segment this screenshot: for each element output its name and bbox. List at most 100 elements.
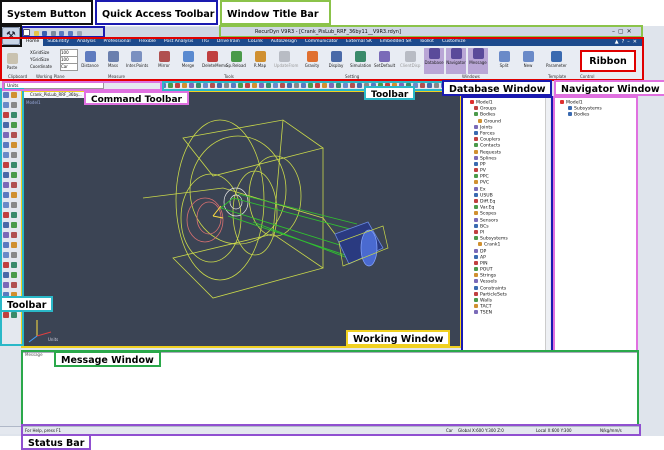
- view-tool-icon[interactable]: [161, 83, 166, 88]
- tab-autodesign[interactable]: AutoDesign: [267, 38, 301, 46]
- left-tool-icon[interactable]: [3, 172, 9, 178]
- working-tab[interactable]: Crank_PisLub_RRF_36by...: [24, 91, 86, 98]
- view-tool-icon[interactable]: [189, 83, 194, 88]
- tab-embedded-sr[interactable]: Embedded SR: [376, 38, 416, 46]
- view-tool-icon[interactable]: [280, 83, 285, 88]
- tab-subentity[interactable]: SubEntity: [43, 38, 73, 46]
- view-tool-icon[interactable]: [231, 83, 236, 88]
- system-button[interactable]: ⚒: [2, 27, 20, 45]
- open-folder-icon[interactable]: [33, 31, 39, 36]
- tab-customize[interactable]: Customize: [438, 38, 470, 46]
- left-tool-icon[interactable]: [3, 102, 9, 108]
- view-tool-icon[interactable]: [357, 83, 362, 88]
- parameter-button[interactable]: Parameter: [546, 51, 567, 68]
- left-tool-icon[interactable]: [11, 282, 17, 288]
- sp-reload-button[interactable]: Sp.Reload: [226, 51, 246, 68]
- view-tool-icon[interactable]: [273, 83, 278, 88]
- view-tool-icon[interactable]: [259, 83, 264, 88]
- view-tool-icon[interactable]: [294, 83, 299, 88]
- tab-home[interactable]: Home: [22, 38, 44, 46]
- new-file-icon[interactable]: [23, 29, 30, 36]
- left-tool-icon[interactable]: [3, 232, 9, 238]
- paste-button[interactable]: Paste: [2, 53, 22, 70]
- view-tool-icon[interactable]: [210, 83, 215, 88]
- view-tool-icon[interactable]: [343, 83, 348, 88]
- left-tool-icon[interactable]: [3, 252, 9, 258]
- undo-icon[interactable]: [59, 31, 65, 36]
- left-tool-icon[interactable]: [11, 222, 17, 228]
- new-window-button[interactable]: New: [518, 51, 538, 68]
- redo-icon[interactable]: [67, 31, 73, 36]
- view-tool-icon[interactable]: [434, 83, 439, 88]
- view-tool-icon[interactable]: [224, 83, 229, 88]
- view-tool-icon[interactable]: [238, 83, 243, 88]
- inter-points-button[interactable]: Inter.Points: [126, 51, 148, 68]
- view-tool-icon[interactable]: [329, 83, 334, 88]
- save-icon[interactable]: [42, 31, 48, 36]
- left-tool-icon[interactable]: [11, 132, 17, 138]
- left-tool-icon[interactable]: [3, 132, 9, 138]
- tab-flexible[interactable]: Flexible: [135, 38, 160, 46]
- left-tool-icon[interactable]: [3, 152, 9, 158]
- left-tool-icon[interactable]: [11, 102, 17, 108]
- view-tool-icon[interactable]: [252, 83, 257, 88]
- left-tool-icon[interactable]: [11, 122, 17, 128]
- left-tool-icon[interactable]: [11, 242, 17, 248]
- view-tool-icon[interactable]: [182, 83, 187, 88]
- update-from-button[interactable]: UpdateFrom: [274, 51, 298, 68]
- navigator-button[interactable]: Navigator: [446, 48, 466, 74]
- tab-tig[interactable]: TIG: [197, 38, 213, 46]
- left-tool-icon[interactable]: [3, 202, 9, 208]
- model-viewport[interactable]: [23, 98, 460, 346]
- distance-button[interactable]: Distance: [80, 51, 100, 68]
- left-tool-icon[interactable]: [3, 162, 9, 168]
- tab-external-sk[interactable]: External SK: [342, 38, 376, 46]
- merge-button[interactable]: Merge: [178, 51, 198, 68]
- view-tool-icon[interactable]: [287, 83, 292, 88]
- tab-drivetrain[interactable]: DriveTrain: [213, 38, 244, 46]
- client-disp-button[interactable]: ClientDisp: [400, 51, 420, 68]
- view-tool-icon[interactable]: [203, 83, 208, 88]
- tab-analysis[interactable]: Analysis: [73, 38, 100, 46]
- view-tool-icon[interactable]: [217, 83, 222, 88]
- left-tool-icon[interactable]: [11, 162, 17, 168]
- left-tool-icon[interactable]: [11, 142, 17, 148]
- tab-toolkit[interactable]: Toolkit: [416, 38, 438, 46]
- tab-post-analysis[interactable]: Post Analysis: [160, 38, 197, 46]
- left-tool-icon[interactable]: [3, 222, 9, 228]
- view-tool-icon[interactable]: [315, 83, 320, 88]
- left-tool-icon[interactable]: [11, 92, 17, 98]
- view-tool-icon[interactable]: [266, 83, 271, 88]
- left-tool-icon[interactable]: [11, 272, 17, 278]
- left-tool-icon[interactable]: [11, 152, 17, 158]
- left-tool-icon[interactable]: [11, 192, 17, 198]
- simulation-button[interactable]: Simulation: [350, 51, 371, 68]
- left-tool-icon[interactable]: [3, 262, 9, 268]
- view-tool-icon[interactable]: [350, 83, 355, 88]
- left-tool-icon[interactable]: [3, 282, 9, 288]
- left-tool-icon[interactable]: [11, 202, 17, 208]
- left-tool-icon[interactable]: [3, 312, 9, 318]
- dropdown-icon[interactable]: [76, 31, 82, 36]
- view-tool-icon[interactable]: [336, 83, 341, 88]
- left-tool-icon[interactable]: [11, 232, 17, 238]
- coordinate-select[interactable]: Car: [60, 63, 78, 71]
- left-tool-icon[interactable]: [3, 122, 9, 128]
- set-default-button[interactable]: SetDefault: [374, 51, 395, 68]
- left-tool-icon[interactable]: [3, 272, 9, 278]
- view-tool-icon[interactable]: [322, 83, 327, 88]
- view-tool-icon[interactable]: [301, 83, 306, 88]
- left-tool-icon[interactable]: [3, 242, 9, 248]
- left-tool-icon[interactable]: [11, 252, 17, 258]
- view-tool-icon[interactable]: [175, 83, 180, 88]
- view-tool-icon[interactable]: [245, 83, 250, 88]
- split-button[interactable]: Split: [494, 51, 514, 68]
- left-tool-icon[interactable]: [11, 312, 17, 318]
- delete-memo-button[interactable]: DeleteMemo: [202, 51, 227, 68]
- database-scrollbar[interactable]: [545, 98, 550, 350]
- left-tool-icon[interactable]: [3, 112, 9, 118]
- left-tool-icon[interactable]: [3, 182, 9, 188]
- tab-professional[interactable]: Professional: [100, 38, 135, 46]
- mass-button[interactable]: Mass: [103, 51, 123, 68]
- view-tool-icon[interactable]: [168, 83, 173, 88]
